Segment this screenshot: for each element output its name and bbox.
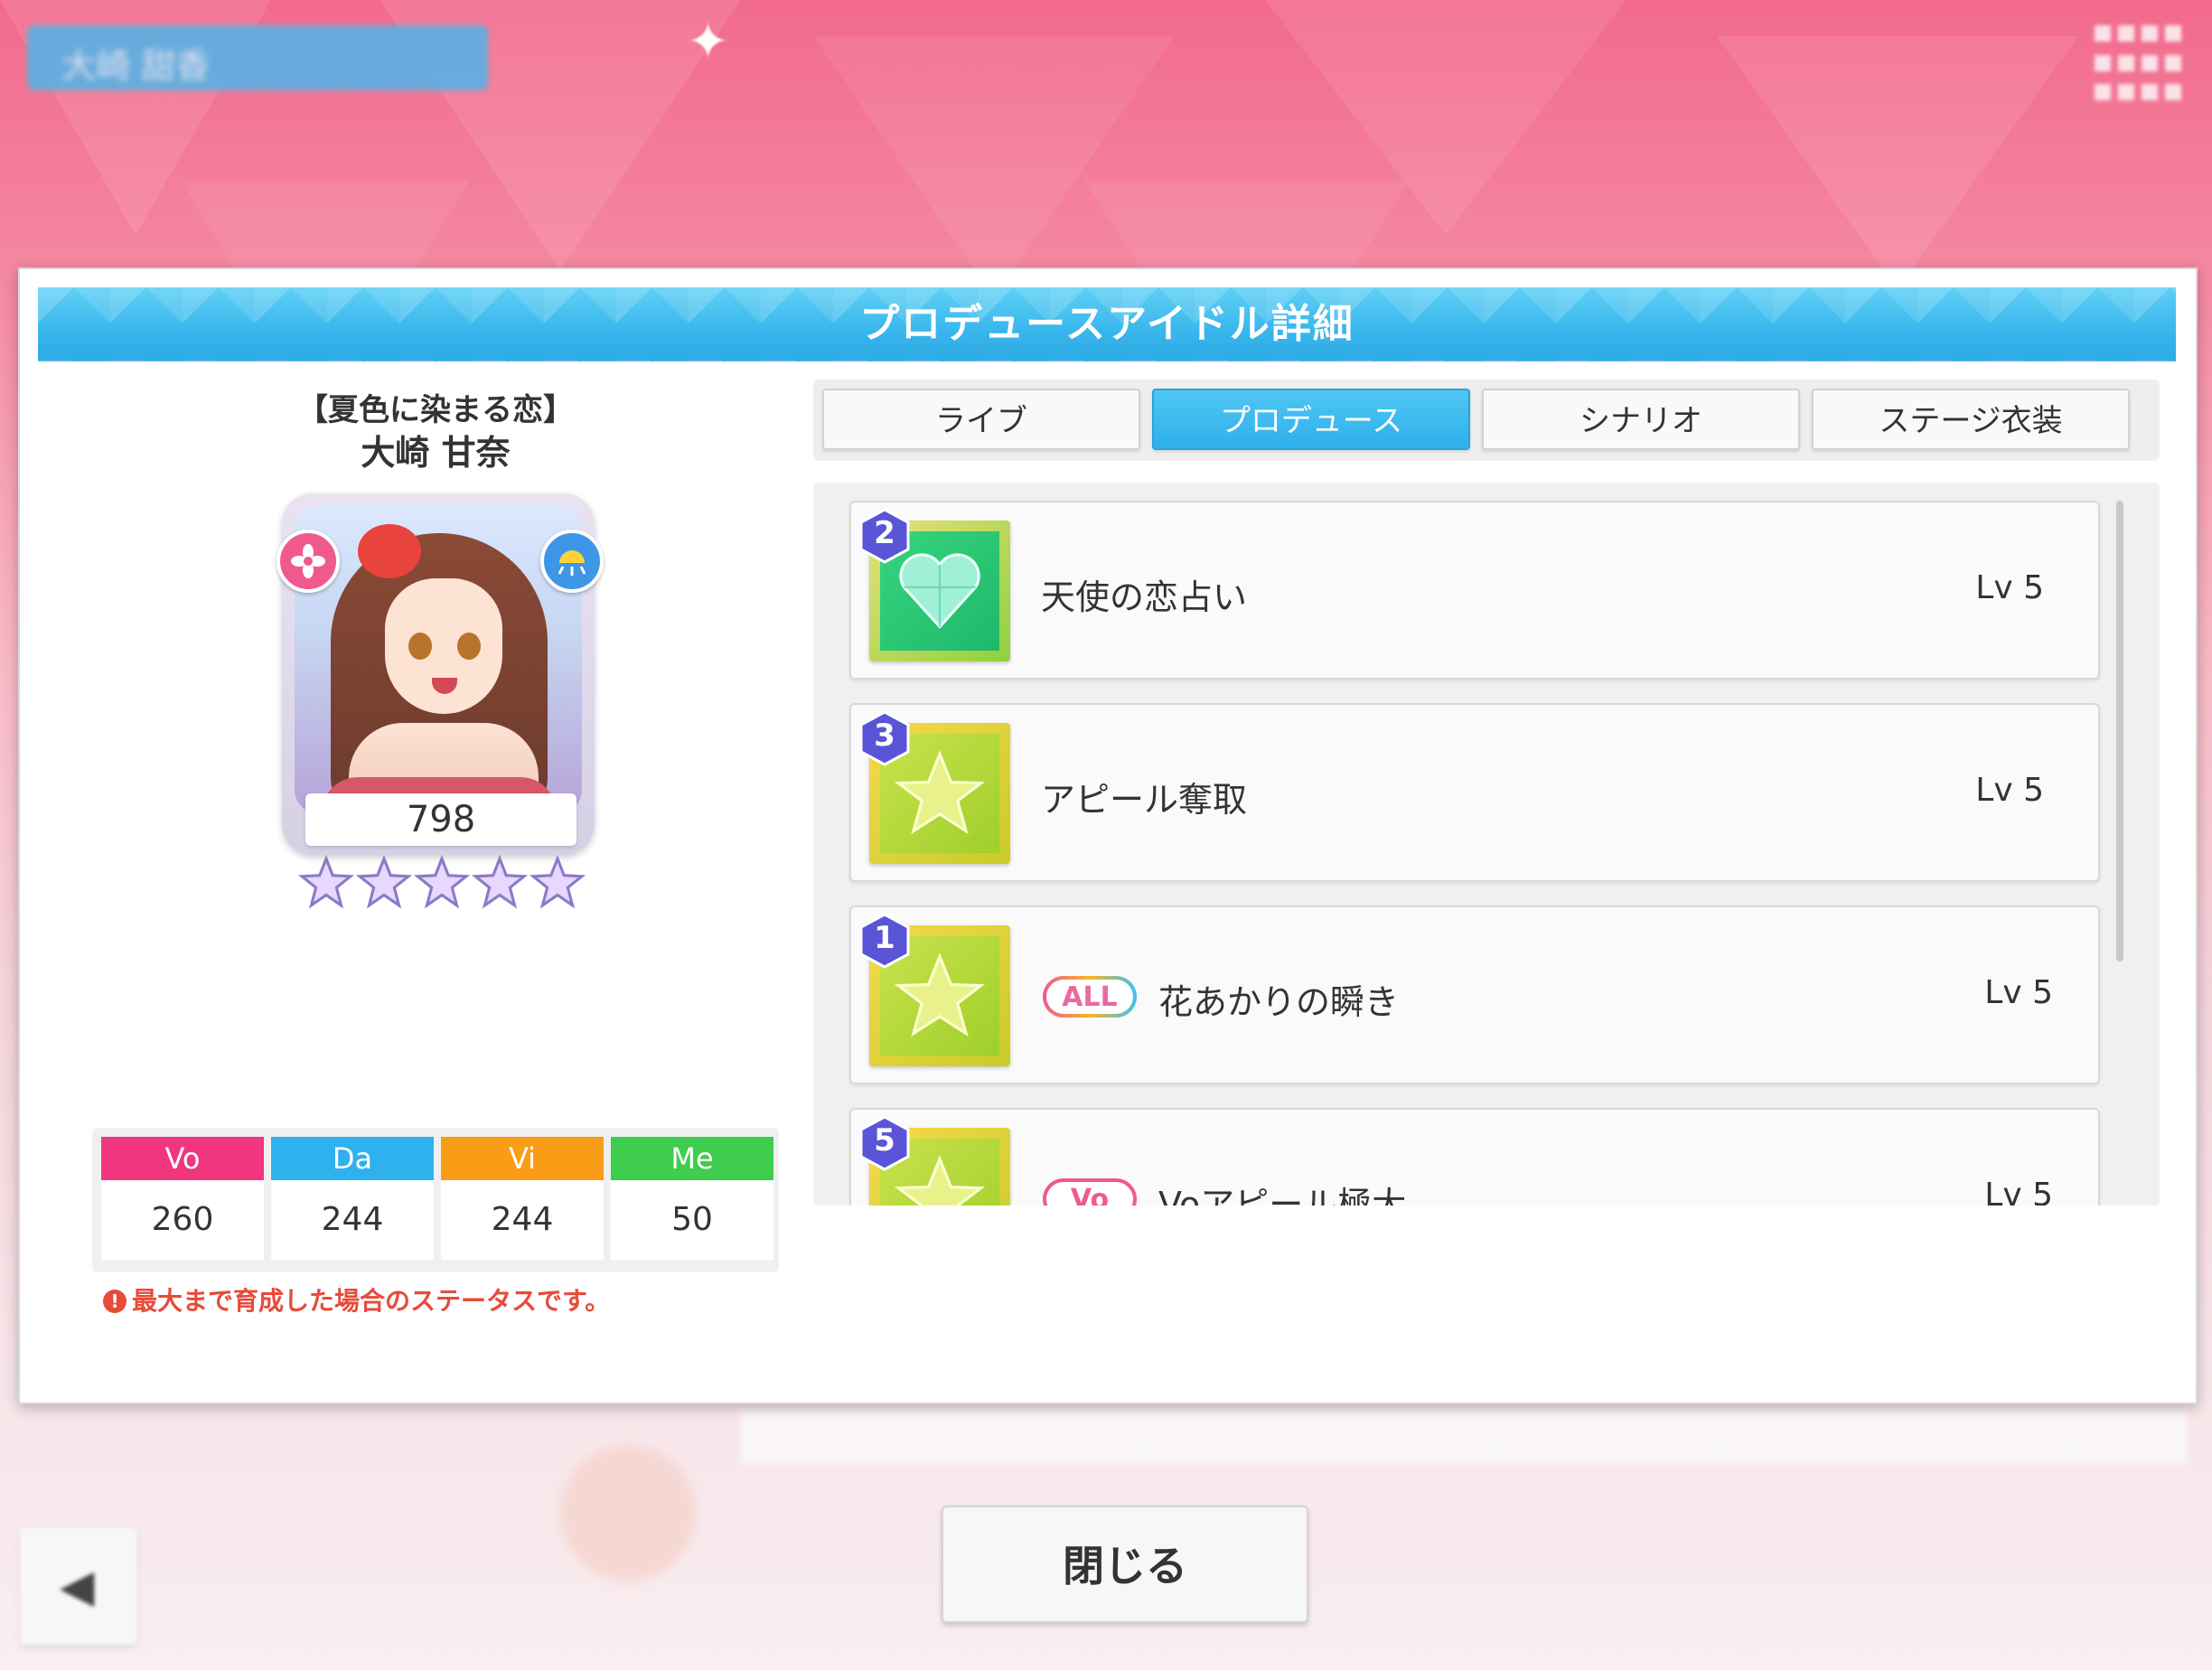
stat-me: Me 50	[611, 1137, 773, 1263]
tab-scenario[interactable]: シナリオ	[1482, 389, 1800, 450]
background-hand	[560, 1446, 696, 1581]
status-table: Vo 260 Da 244 Vi 244 Me 50	[92, 1128, 779, 1272]
background-name-text: 大崎 甜香	[61, 46, 211, 86]
detail-tabs: ライブ プロデュース シナリオ ステージ衣装	[813, 380, 2160, 461]
skill-row[interactable]: 5 Vo Voアピール極大 Lv 5	[849, 1108, 2100, 1206]
back-button: ◀	[20, 1527, 137, 1645]
idol-name: 大崎 甘奈	[361, 433, 511, 473]
rarity-star-icon	[472, 855, 528, 909]
produce-idol-detail-dialog: プロデュースアイドル詳細 【夏色に染まる恋】 大崎 甘奈 798 Vo 260 …	[18, 267, 2198, 1623]
rarity-star-icon	[414, 855, 470, 909]
stat-vi-label: Vi	[441, 1137, 604, 1180]
stat-vi: Vi 244	[441, 1137, 604, 1263]
status-note: ! 最大まで育成した場合のステータスです。	[103, 1281, 610, 1318]
sparkle-icon: ✦	[687, 13, 729, 71]
skill-level: Lv 5	[1984, 974, 2053, 1011]
status-note-text: 最大まで育成した場合のステータスです。	[132, 1286, 611, 1316]
warning-icon: !	[103, 1290, 127, 1313]
all-badge: ALL	[1043, 976, 1137, 1018]
skill-level: Lv 5	[1975, 569, 2044, 606]
background-shelf	[741, 1410, 2187, 1464]
background-name-plate: 大崎 甜香	[27, 25, 488, 90]
skill-level: Lv 5	[1984, 1177, 2053, 1206]
vo-badge: Vo	[1043, 1178, 1137, 1206]
skill-list[interactable]: 2 天使の恋占い Lv 5 3 アピール奪取 Lv 5 1 ALL 花あかりの瞬…	[813, 483, 2160, 1206]
stat-da: Da 244	[271, 1137, 434, 1263]
skill-name: 天使の恋占い	[1041, 577, 1248, 617]
stat-me-value: 50	[611, 1180, 773, 1260]
skill-number-badge: 3	[858, 710, 911, 766]
skill-row[interactable]: 1 ALL 花あかりの瞬き Lv 5	[849, 905, 2100, 1084]
rarity-star-icon	[530, 855, 586, 909]
tab-produce[interactable]: プロデュース	[1152, 389, 1470, 450]
stat-vo-value: 260	[101, 1180, 264, 1260]
tab-stage-costume[interactable]: ステージ衣装	[1812, 389, 2130, 450]
skill-number-badge: 5	[858, 1115, 911, 1171]
skill-name: 花あかりの瞬き	[1158, 982, 1400, 1022]
tab-live[interactable]: ライブ	[822, 389, 1140, 450]
stat-da-value: 244	[271, 1180, 434, 1260]
rarity-stars	[293, 855, 591, 918]
stat-vo: Vo 260	[101, 1137, 264, 1263]
stat-me-label: Me	[611, 1137, 773, 1180]
grid-menu-icon	[2095, 25, 2181, 107]
skill-row[interactable]: 3 アピール奪取 Lv 5	[849, 703, 2100, 882]
skill-number-badge: 1	[858, 913, 911, 969]
close-button[interactable]: 閉じる	[942, 1506, 1308, 1623]
rarity-star-icon	[298, 855, 354, 909]
rarity-star-icon	[356, 855, 412, 909]
skill-number-badge: 2	[858, 508, 911, 564]
stat-vi-value: 244	[441, 1180, 604, 1260]
skill-name: アピール奪取	[1041, 780, 1248, 820]
back-arrow-icon: ◀	[60, 1560, 95, 1612]
dialog-title: プロデュースアイドル詳細	[859, 301, 1354, 347]
skill-row[interactable]: 2 天使の恋占い Lv 5	[849, 501, 2100, 680]
skill-level: Lv 5	[1975, 772, 2044, 809]
dialog-header: プロデュースアイドル詳細	[38, 287, 2176, 361]
stat-da-label: Da	[271, 1137, 434, 1180]
sun-attribute-icon	[540, 530, 604, 593]
idol-card-panel: 【夏色に染まる恋】 大崎 甘奈 798 Vo 260 Da 244 Vi 244…	[56, 369, 797, 1316]
card-subtitle: 【夏色に染まる恋】	[297, 392, 574, 428]
skill-list-scrollbar[interactable]	[2116, 501, 2123, 962]
card-score: 798	[305, 793, 576, 846]
skill-name: Voアピール極大	[1158, 1185, 1407, 1206]
stat-vo-label: Vo	[101, 1137, 264, 1180]
flower-attribute-icon	[276, 530, 340, 593]
